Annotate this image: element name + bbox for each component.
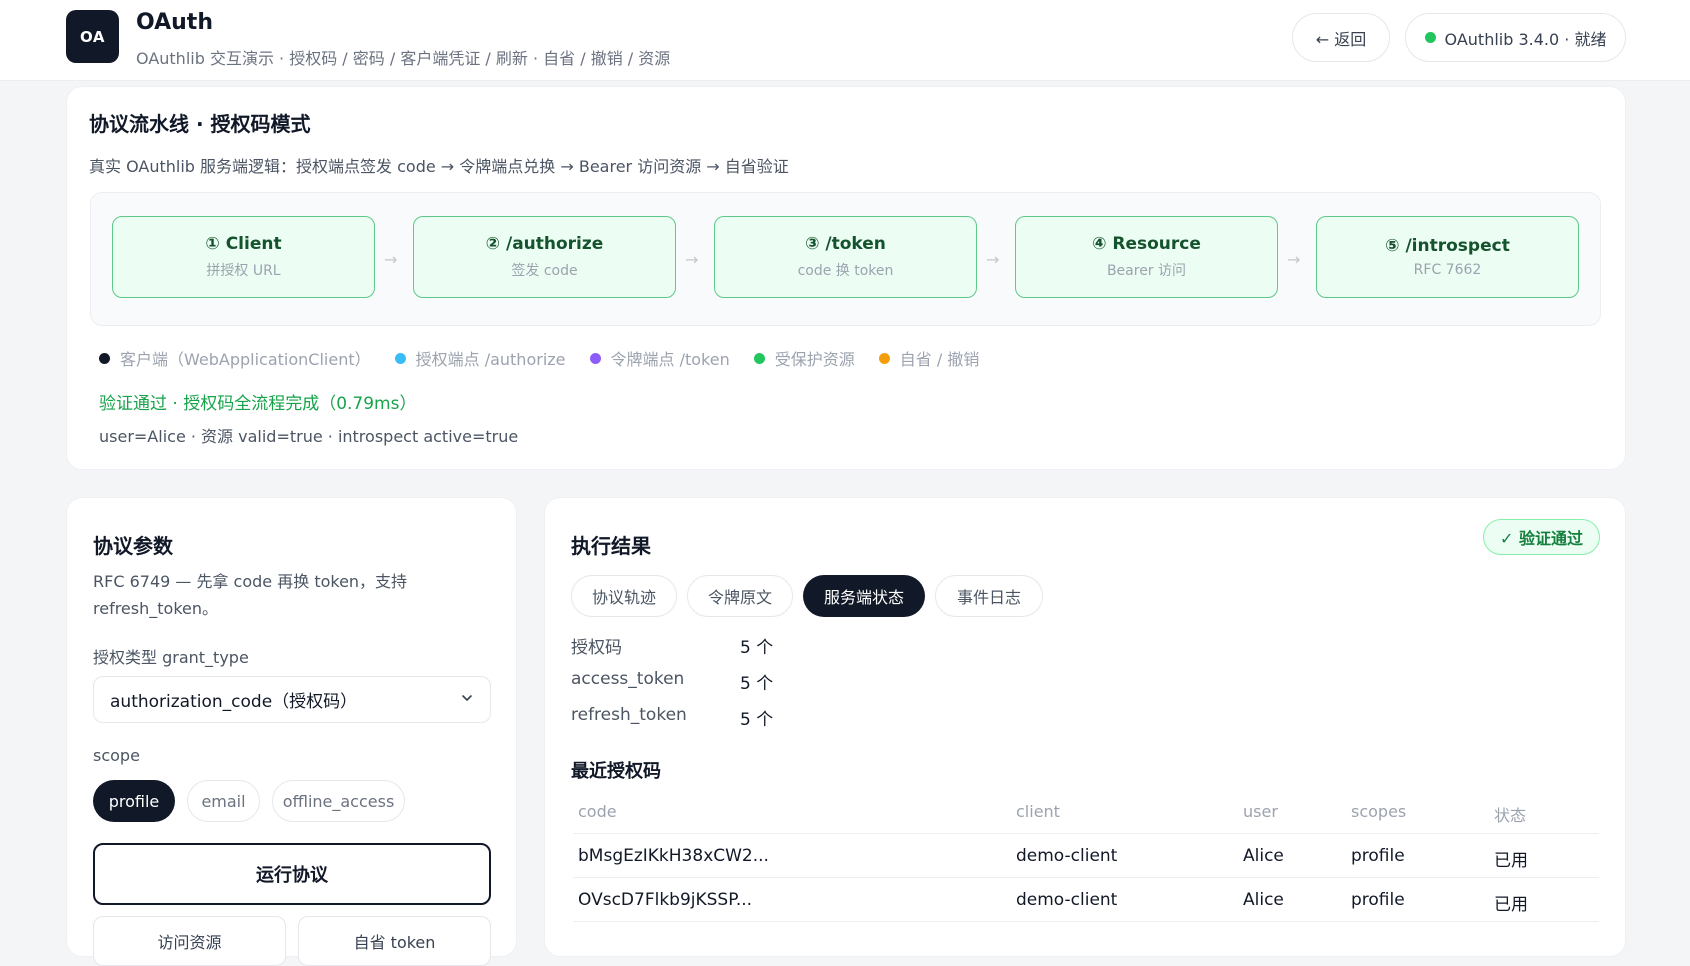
scope-label: scope (93, 746, 140, 765)
legend-item: 授权端点 /authorize (394, 346, 566, 370)
stage-token[interactable]: ③ /token code 换 token (714, 216, 977, 298)
grant-type-select[interactable]: authorization_code（授权码） (93, 676, 491, 723)
pipeline-description: 真实 OAuthlib 服务端逻辑：授权端点签发 code → 令牌端点兑换 →… (89, 157, 789, 176)
back-button[interactable]: ← 返回 (1292, 13, 1390, 62)
stage-authorize[interactable]: ② /authorize 签发 code (413, 216, 676, 298)
stage-client[interactable]: ① Client 拼授权 URL (112, 216, 375, 298)
legend-label: 授权端点 /authorize (415, 350, 566, 369)
cell-code: OVscD7Flkb9jKSSP... (578, 890, 753, 910)
scope-chip-offline-access[interactable]: offline_access (272, 780, 405, 822)
cell-user: Alice (1243, 846, 1284, 866)
pipeline-legend: 客户端（WebApplicationClient） 授权端点 /authoriz… (99, 346, 979, 370)
cell-scopes: profile (1351, 846, 1405, 866)
scope-chip-profile[interactable]: profile (93, 780, 175, 822)
column-header: user (1243, 802, 1278, 821)
legend-dot-icon (99, 352, 110, 364)
stat-value: 5 个 (740, 674, 774, 694)
app-title: OAuth (136, 10, 213, 35)
stage-subtitle: 拼授权 URL (206, 263, 281, 279)
legend-label: 受保护资源 (774, 350, 855, 369)
table-row[interactable]: bMsgEzIKkH38xCW2... demo-client Alice pr… (573, 834, 1599, 878)
arrow-icon: → (384, 250, 398, 269)
pipeline-title: 协议流水线 · 授权码模式 (89, 112, 311, 136)
grant-type-value: authorization_code（授权码） (110, 692, 358, 712)
stage-subtitle: RFC 7662 (1413, 262, 1482, 278)
verify-detail: user=Alice · 资源 valid=true · introspect … (99, 427, 519, 446)
legend-dot-icon (878, 352, 890, 364)
stage-title: ② /authorize (485, 234, 604, 254)
params-title: 协议参数 (93, 534, 173, 558)
app-subtitle: OAuthlib 交互演示 · 授权码 / 密码 / 客户端凭证 / 刷新 · … (136, 49, 671, 68)
legend-dot-icon (589, 352, 601, 364)
column-header: code (578, 802, 617, 821)
verify-result: 验证通过 · 授权码全流程完成（0.79ms） (99, 394, 417, 414)
legend-label: 令牌端点 /token (610, 350, 730, 369)
stage-title: ⑤ /introspect (1385, 236, 1510, 256)
grant-type-label: 授权类型 grant_type (93, 648, 249, 667)
stage-title: ③ /token (805, 234, 886, 254)
arrow-icon: → (685, 250, 699, 269)
table-header: code client user scopes 状态 (573, 790, 1599, 834)
stat-label: access_token (571, 669, 685, 689)
legend-dot-icon (394, 352, 406, 364)
status-badge: OAuthlib 3.4.0 · 就绪 (1405, 13, 1626, 62)
pipeline-card: 协议流水线 · 授权码模式 真实 OAuthlib 服务端逻辑：授权端点签发 c… (66, 86, 1626, 470)
cell-code: bMsgEzIKkH38xCW2... (578, 846, 769, 866)
stage-subtitle: Bearer 访问 (1106, 263, 1187, 279)
results-card: 执行结果 ✓ 验证通过 协议轨迹 令牌原文 服务端状态 事件日志 授权码 5 个… (544, 497, 1626, 957)
legend-item: 令牌端点 /token (589, 346, 730, 370)
arrow-icon: → (986, 250, 1000, 269)
column-header: scopes (1351, 802, 1407, 821)
stage-introspect[interactable]: ⑤ /introspect RFC 7662 (1316, 216, 1579, 298)
params-card: 协议参数 RFC 6749 — 先拿 code 再换 token，支持 refr… (66, 497, 517, 966)
stage-title: ① Client (205, 234, 282, 254)
stage-subtitle: code 换 token (797, 263, 894, 279)
tab-token-raw[interactable]: 令牌原文 (687, 575, 793, 617)
table-row[interactable]: OVscD7Flkb9jKSSP... demo-client Alice pr… (573, 878, 1599, 922)
cell-status: 已用 (1494, 851, 1528, 871)
pipeline-stages: ① Client 拼授权 URL → ② /authorize 签发 code … (90, 192, 1601, 326)
stat-value: 5 个 (740, 710, 774, 730)
cell-scopes: profile (1351, 890, 1405, 910)
run-protocol-button[interactable]: 运行协议 (93, 843, 491, 905)
recent-codes-table: code client user scopes 状态 bMsgEzIKkH38x… (573, 790, 1599, 922)
recent-codes-title: 最近授权码 (571, 761, 661, 782)
access-resource-button[interactable]: 访问资源 (93, 916, 286, 966)
chevron-down-icon (462, 695, 472, 701)
tab-event-log[interactable]: 事件日志 (935, 575, 1043, 617)
stage-resource[interactable]: ④ Resource Bearer 访问 (1015, 216, 1278, 298)
params-description: RFC 6749 — 先拿 code 再换 token，支持 refresh_t… (93, 572, 408, 618)
scope-chip-email[interactable]: email (187, 780, 260, 822)
stage-title: ④ Resource (1092, 234, 1201, 254)
tab-server-state[interactable]: 服务端状态 (803, 575, 925, 617)
app-header: OA OAuth OAuthlib 交互演示 · 授权码 / 密码 / 客户端凭… (0, 0, 1690, 81)
stat-value: 5 个 (740, 638, 774, 658)
legend-label: 自省 / 撤销 (899, 350, 980, 369)
legend-item: 受保护资源 (753, 346, 855, 370)
legend-item: 客户端（WebApplicationClient） (99, 346, 371, 370)
cell-user: Alice (1243, 890, 1284, 910)
stat-label: 授权码 (571, 638, 622, 658)
app-logo: OA (66, 10, 119, 63)
legend-label: 客户端（WebApplicationClient） (120, 350, 371, 369)
cell-client: demo-client (1016, 890, 1118, 910)
stage-subtitle: 签发 code (511, 263, 578, 279)
tab-protocol-trace[interactable]: 协议轨迹 (571, 575, 677, 617)
introspect-token-button[interactable]: 自省 token (298, 916, 491, 966)
column-header: 状态 (1494, 806, 1527, 825)
legend-dot-icon (753, 352, 765, 364)
legend-item: 自省 / 撤销 (878, 346, 980, 370)
cell-status: 已用 (1494, 895, 1528, 915)
cell-client: demo-client (1016, 846, 1118, 866)
status-dot-icon (1424, 32, 1436, 43)
arrow-icon: → (1287, 250, 1301, 269)
verify-pass-badge: ✓ 验证通过 (1483, 519, 1600, 555)
results-title: 执行结果 (571, 534, 651, 558)
stat-label: refresh_token (571, 705, 687, 725)
column-header: client (1016, 802, 1060, 821)
status-label: OAuthlib 3.4.0 · 就绪 (1444, 29, 1607, 49)
